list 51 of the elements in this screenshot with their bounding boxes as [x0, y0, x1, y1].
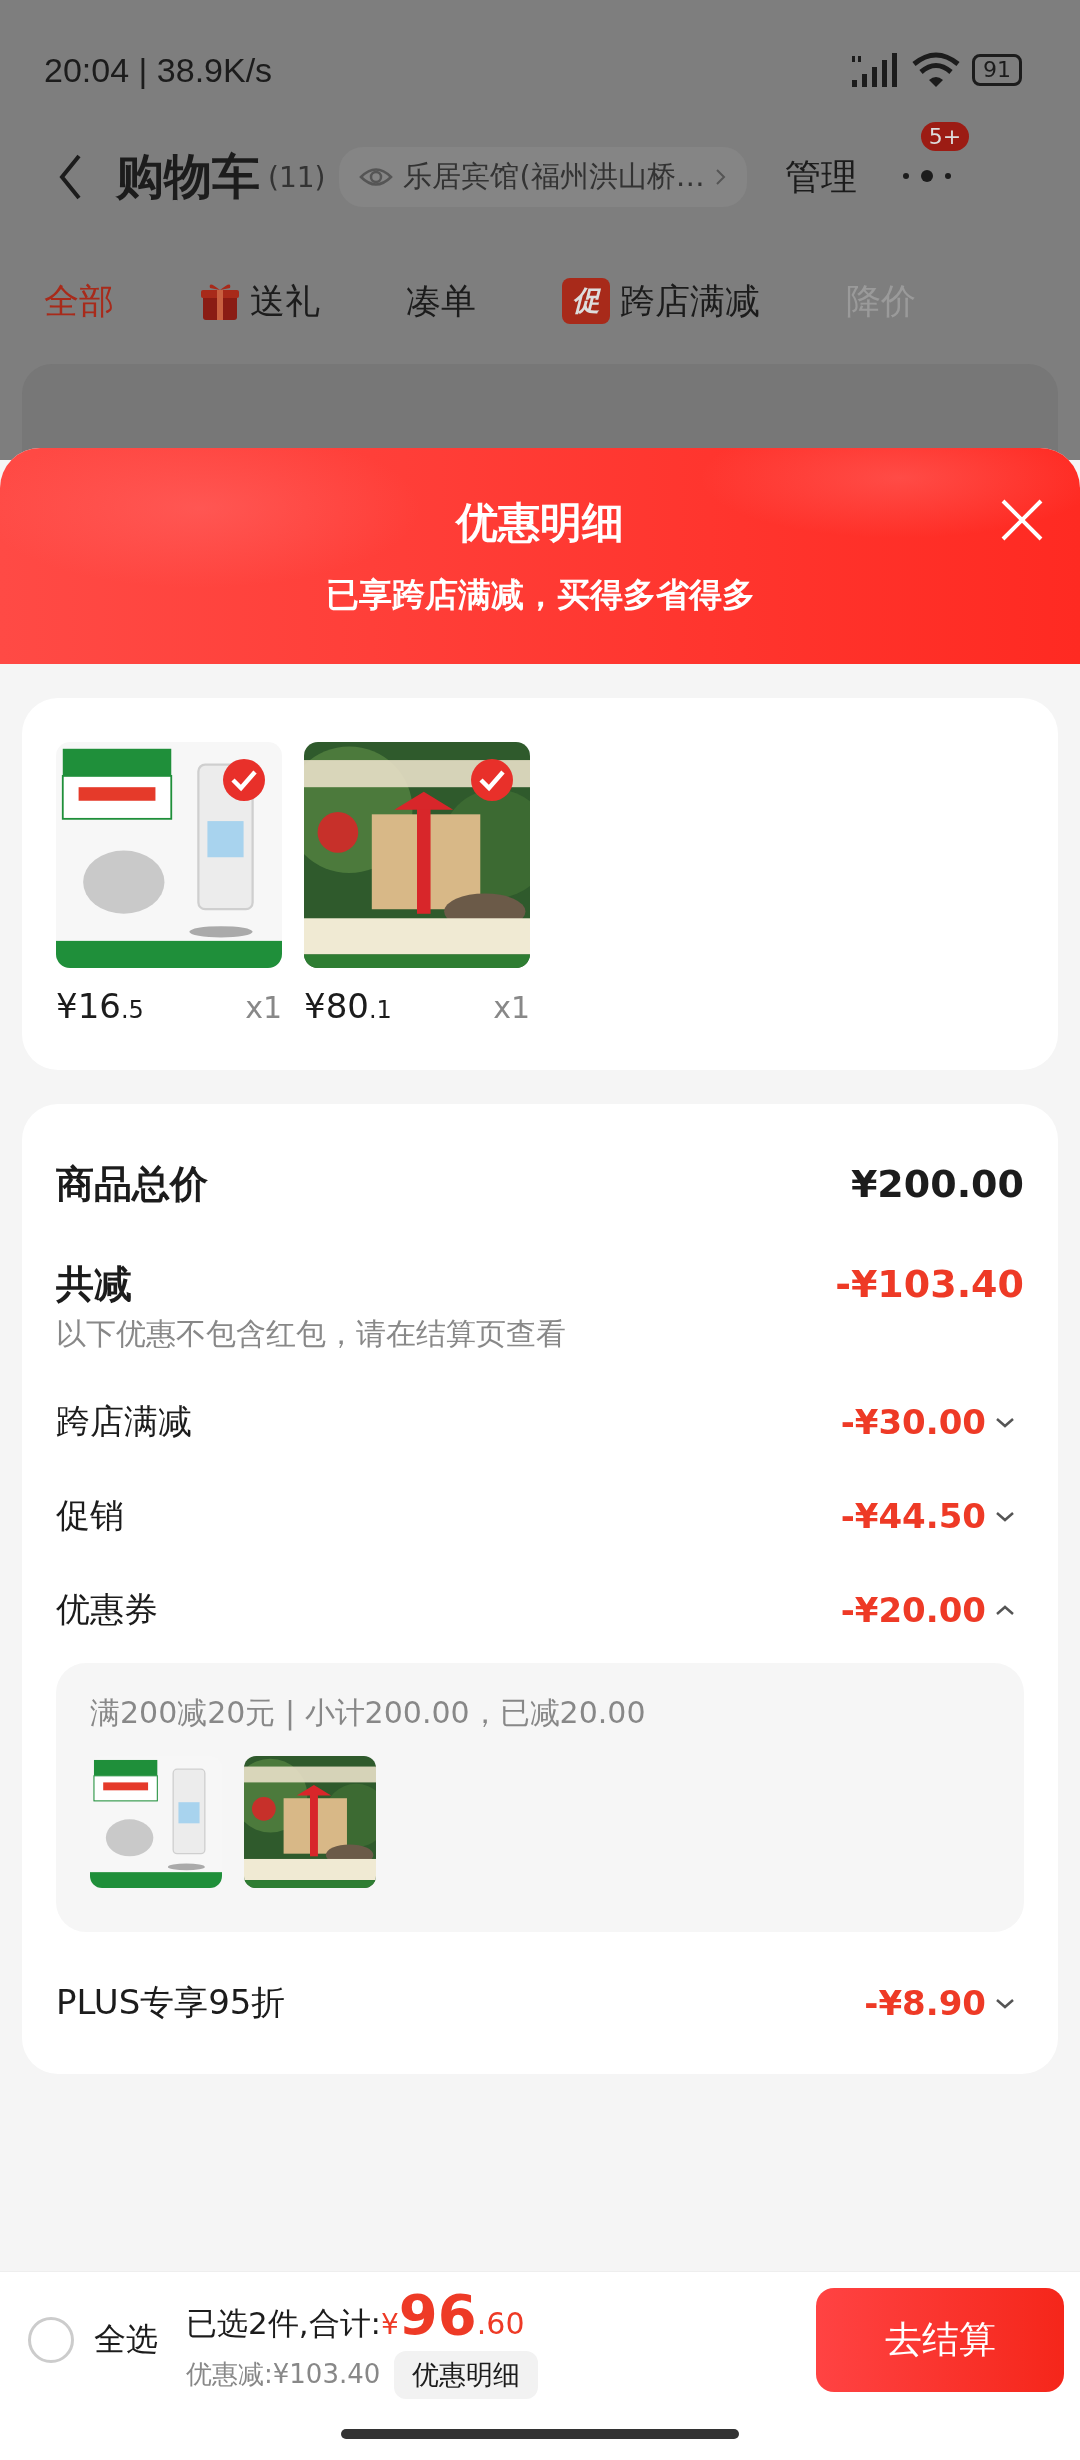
total-value: ¥200.00 [850, 1162, 1024, 1206]
chevron-down-icon[interactable] [994, 1996, 1016, 2010]
select-all-label[interactable]: 全选 [94, 2318, 158, 2362]
chevron-up-icon[interactable] [994, 1603, 1016, 1617]
discount-value: -¥103.40 [835, 1262, 1024, 1306]
discount-note: 以下优惠不包含红包，请在结算页查看 [56, 1315, 567, 1353]
signal-icon [850, 52, 900, 88]
sheet-subtitle: 已享跨店满减，买得多省得多 [325, 573, 755, 616]
discount-item-value: -¥20.00 [840, 1590, 986, 1630]
filter-tab[interactable]: 凑单 [406, 277, 476, 325]
product-price: ¥80.1 [304, 986, 392, 1026]
total-amount: ¥96.60 [381, 2281, 525, 2347]
selected-summary: 已选2件,合计: [186, 2303, 382, 2343]
discount-item-label: PLUS专享95折 [56, 1981, 286, 2024]
chevron-down-icon[interactable] [994, 1509, 1016, 1523]
discount-item-value: -¥44.50 [840, 1496, 986, 1536]
battery-icon: 91 [972, 54, 1022, 86]
back-icon[interactable] [58, 154, 82, 200]
saved-amount: 优惠减:¥103.40 [186, 2358, 381, 2391]
discount-item-value: -¥8.90 [864, 1983, 986, 2023]
product-price: ¥16.5 [56, 986, 144, 1026]
total-label: 商品总价 [56, 1160, 208, 1208]
discount-item-label: 促销 [56, 1494, 124, 1537]
filter-tab[interactable]: 促 跨店满减 [562, 277, 760, 325]
discount-label: 共减 [56, 1260, 132, 1308]
product-quantity: x1 [245, 990, 282, 1025]
promo-tag: 促 [562, 278, 610, 324]
chevron-down-icon[interactable] [994, 1415, 1016, 1429]
filter-tab[interactable]: 送礼 [200, 277, 320, 325]
address-chip[interactable]: 乐居宾馆(福州洪山桥… [339, 147, 747, 207]
discount-detail-button[interactable]: 优惠明细 [394, 2350, 539, 2399]
check-icon[interactable] [222, 758, 266, 802]
wifi-icon [912, 52, 960, 88]
checkout-button[interactable]: 去结算 [816, 2288, 1064, 2392]
coupon-detail-text: 满200减20元 | 小计200.00，已减20.00 [90, 1694, 647, 1733]
discount-item-value: -¥30.00 [840, 1402, 986, 1442]
product-quantity: x1 [493, 990, 530, 1025]
discount-item-label: 优惠券 [56, 1588, 158, 1631]
select-all-radio[interactable] [28, 2317, 74, 2363]
status-time: 20:04 | 38.9K/s [44, 50, 273, 90]
close-icon[interactable] [1000, 498, 1044, 542]
page-title: 购物车 [116, 147, 260, 206]
eye-icon [359, 166, 394, 188]
notification-badge: 5+ [920, 121, 970, 151]
manage-button[interactable]: 管理 [784, 152, 857, 202]
chevron-right-icon [714, 168, 727, 186]
more-icon[interactable] [900, 168, 953, 183]
discount-item-label: 跨店满减 [56, 1400, 192, 1443]
sheet-title: 优惠明细 [456, 496, 624, 549]
check-icon[interactable] [470, 758, 514, 802]
cart-count: (11) [268, 160, 326, 194]
